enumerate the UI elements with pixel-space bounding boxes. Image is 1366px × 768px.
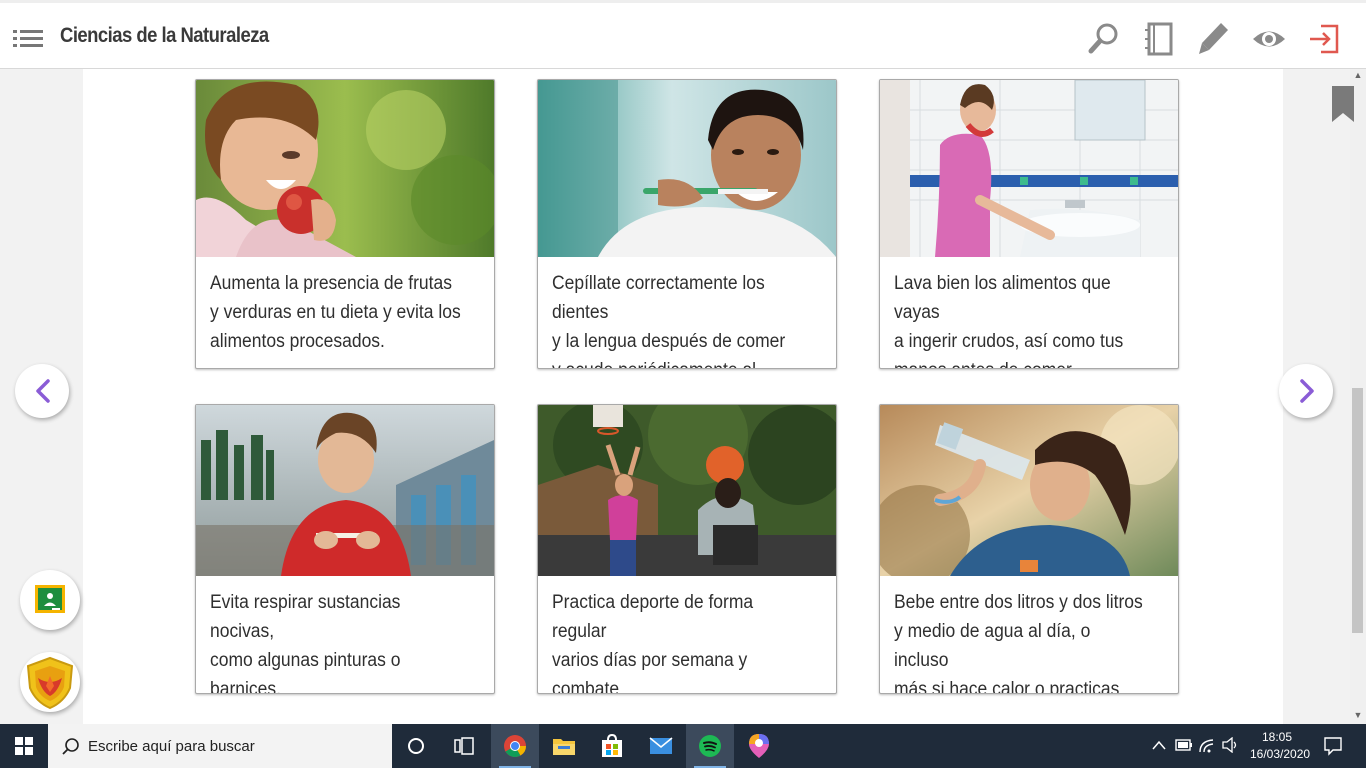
chevron-left-icon — [36, 379, 50, 403]
shield-icon — [26, 656, 74, 710]
windows-start-icon[interactable] — [15, 737, 33, 755]
app-header: Ciencias de la Naturaleza — [0, 0, 1366, 69]
tip-card-wash: Lava bien los alimentos que vayas a inge… — [879, 79, 1179, 369]
bookmark-icon[interactable] — [1332, 86, 1354, 122]
page-title: Ciencias de la Naturaleza — [60, 24, 269, 47]
system-clock[interactable]: 18:05 16/03/2020 — [1250, 729, 1311, 763]
volume-icon[interactable] — [1222, 737, 1240, 753]
search-placeholder: Escribe aquí para buscar — [88, 738, 255, 755]
mail-icon — [649, 737, 673, 754]
tip-card-water: Bebe entre dos litros y dos litros y med… — [879, 404, 1179, 694]
scroll-down-arrow[interactable]: ▼ — [1353, 710, 1363, 720]
clock-time: 18:05 — [1261, 730, 1293, 744]
taskbar-store[interactable] — [588, 724, 636, 768]
tip-text: Aumenta la presencia de frutas y verdura… — [210, 273, 461, 352]
notifications-icon[interactable] — [1323, 736, 1343, 756]
scrollbar-thumb[interactable] — [1352, 388, 1363, 633]
task-view-icon[interactable] — [454, 737, 474, 755]
eye-icon[interactable] — [1251, 20, 1287, 58]
chevron-right-icon — [1300, 379, 1314, 403]
notebook-icon[interactable] — [1142, 20, 1176, 58]
taskbar-search-box[interactable]: Escribe aquí para buscar — [48, 724, 392, 768]
photo-boy-eating-apple — [196, 80, 494, 257]
google-classroom-button[interactable] — [20, 570, 80, 630]
tip-text: Bebe entre dos litros y dos litros y med… — [894, 592, 1143, 694]
menu-icon[interactable] — [13, 28, 43, 48]
previous-page-button[interactable] — [15, 364, 69, 418]
search-icon[interactable] — [1087, 20, 1121, 58]
photo-people-playing-basketball — [538, 405, 836, 582]
tip-text: Practica deporte de forma regular varios… — [552, 592, 754, 694]
store-icon — [602, 734, 622, 757]
battery-icon[interactable] — [1175, 739, 1193, 751]
pencil-icon[interactable] — [1197, 20, 1231, 58]
classroom-icon — [35, 585, 65, 613]
spotify-icon — [699, 735, 721, 757]
photo-boy-breaking-cigarette — [196, 405, 494, 582]
tip-card-sport: Practica deporte de forma regular varios… — [537, 404, 837, 694]
taskbar-mail[interactable] — [637, 724, 685, 768]
next-page-button[interactable] — [1279, 364, 1333, 418]
photo-girl-washing-hands — [880, 80, 1178, 257]
tip-card-fruits: Aumenta la presencia de frutas y verdura… — [195, 79, 495, 369]
header-top-line — [0, 0, 1366, 3]
chevron-up-icon[interactable] — [1152, 740, 1166, 750]
taskbar-file-explorer[interactable] — [540, 724, 588, 768]
photo-girl-drinking-water — [880, 405, 1178, 582]
scroll-up-arrow[interactable]: ▲ — [1353, 70, 1363, 80]
folder-icon — [553, 739, 575, 755]
photo-boy-brushing-teeth — [538, 80, 836, 257]
chrome-icon — [504, 735, 526, 757]
tip-text: Cepíllate correctamente los dientes y la… — [552, 273, 786, 368]
tip-card-teeth: Cepíllate correctamente los dientes y la… — [537, 79, 837, 369]
clock-date: 16/03/2020 — [1250, 747, 1311, 761]
taskbar-chrome[interactable] — [491, 724, 539, 768]
exit-icon[interactable] — [1307, 20, 1341, 58]
badge-shield-button[interactable] — [20, 652, 80, 712]
wifi-icon[interactable] — [1198, 737, 1216, 753]
tip-card-tobacco: Evita respirar sustancias nocivas, como … — [195, 404, 495, 694]
taskbar-spotify[interactable] — [686, 724, 734, 768]
tip-text: Evita respirar sustancias nocivas, como … — [210, 592, 401, 694]
search-icon — [62, 738, 79, 755]
tip-text: Lava bien los alimentos que vayas a inge… — [894, 273, 1124, 368]
taskbar-maps[interactable] — [735, 724, 783, 768]
map-pin-icon — [749, 734, 769, 758]
windows-taskbar: Escribe aquí para buscar 18:05 16/03/202… — [0, 724, 1366, 768]
cortana-icon[interactable] — [407, 737, 425, 755]
